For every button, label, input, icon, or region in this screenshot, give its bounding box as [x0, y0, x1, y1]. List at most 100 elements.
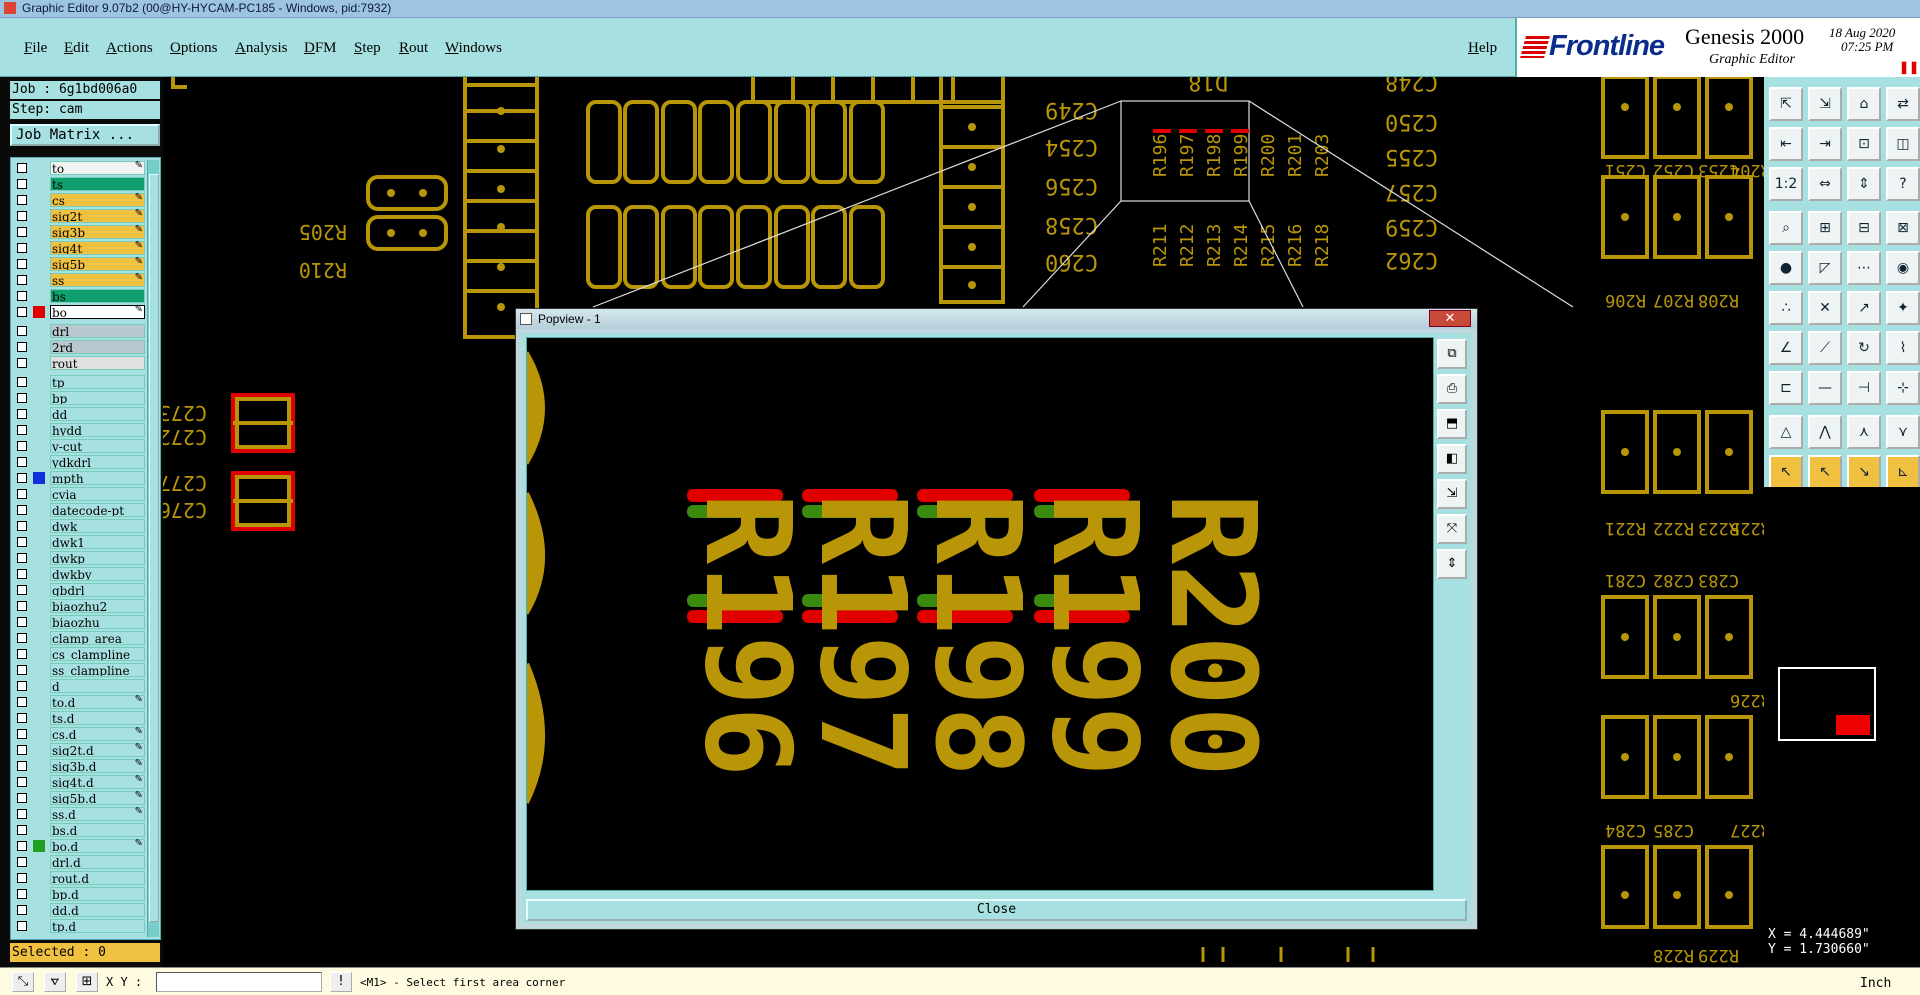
layer-row[interactable]: cvia [13, 486, 145, 502]
tool-button[interactable]: ⊞ [1808, 211, 1842, 245]
layer-swatch[interactable] [33, 178, 45, 190]
popview-tool-button[interactable]: ⬒ [1437, 409, 1467, 439]
layer-swatch[interactable] [33, 808, 45, 820]
layer-swatch[interactable] [33, 648, 45, 660]
tool-button[interactable]: ⌕ [1769, 211, 1803, 245]
layer-row[interactable]: drl [13, 323, 145, 339]
tool-button[interactable]: ↗ [1847, 291, 1881, 325]
layer-checkbox[interactable] [17, 307, 27, 317]
layer-checkbox[interactable] [17, 521, 27, 531]
layer-swatch[interactable] [33, 600, 45, 612]
layer-row[interactable]: to ✎ [13, 160, 145, 176]
layer-row[interactable]: hydd [13, 422, 145, 438]
layer-swatch[interactable] [33, 728, 45, 740]
layer-row[interactable]: d [13, 678, 145, 694]
layer-swatch[interactable] [33, 424, 45, 436]
tool-button[interactable]: ⇲ [1808, 87, 1842, 121]
layer-swatch[interactable] [33, 616, 45, 628]
layer-name[interactable]: tp [50, 375, 145, 389]
layer-checkbox[interactable] [17, 569, 27, 579]
job-matrix-button[interactable]: Job Matrix ... [10, 124, 160, 146]
layer-checkbox[interactable] [17, 905, 27, 915]
layer-swatch[interactable] [33, 712, 45, 724]
layer-name[interactable]: sig5b.d [50, 791, 145, 805]
zoom-box-icon[interactable]: ⤡ [12, 972, 34, 992]
layer-name[interactable]: dwk1 [50, 535, 145, 549]
tool-button[interactable]: ⋯ [1847, 251, 1881, 285]
layer-swatch[interactable] [33, 440, 45, 452]
layer-swatch[interactable] [33, 664, 45, 676]
layer-swatch[interactable] [33, 552, 45, 564]
layer-name[interactable]: sig4t [50, 241, 145, 255]
tool-button[interactable]: ⊠ [1886, 211, 1920, 245]
tool-button[interactable]: △ [1769, 415, 1803, 449]
menu-rout[interactable]: Rout [399, 40, 428, 57]
layer-swatch[interactable] [33, 568, 45, 580]
layer-name[interactable]: to.d [50, 695, 145, 709]
layer-name[interactable]: bp.d [50, 887, 145, 901]
tool-button[interactable]: ⋀ [1808, 415, 1842, 449]
layer-name[interactable]: cs_clampline [50, 647, 145, 661]
menu-dfm[interactable]: DFM [304, 40, 337, 57]
scrollbar-thumb[interactable] [149, 174, 159, 922]
layer-row[interactable]: mpth [13, 470, 145, 486]
layer-swatch[interactable] [33, 760, 45, 772]
layer-name[interactable]: ss_clampline [50, 663, 145, 677]
layer-swatch[interactable] [33, 472, 45, 484]
layer-row[interactable]: cs.d ✎ [13, 726, 145, 742]
tool-button[interactable]: ✕ [1808, 291, 1842, 325]
layer-row[interactable]: dwk1 [13, 534, 145, 550]
layer-row[interactable]: to.d ✎ [13, 694, 145, 710]
layer-swatch[interactable] [33, 792, 45, 804]
layer-row[interactable]: gbdrl [13, 582, 145, 598]
menu-step[interactable]: Step [354, 40, 381, 57]
layer-swatch[interactable] [33, 520, 45, 532]
layer-row[interactable]: bo.d ✎ [13, 838, 145, 854]
layer-row[interactable]: ss_clampline [13, 662, 145, 678]
layer-name[interactable]: biaozhu [50, 615, 145, 629]
layer-name[interactable]: bs.d [50, 823, 145, 837]
tool-button[interactable]: ⇱ [1769, 87, 1803, 121]
layer-swatch[interactable] [33, 536, 45, 548]
layer-swatch[interactable] [33, 392, 45, 404]
layer-checkbox[interactable] [17, 601, 27, 611]
layer-checkbox[interactable] [17, 873, 27, 883]
layer-swatch[interactable] [33, 776, 45, 788]
layer-name[interactable]: dd [50, 407, 145, 421]
tool-button[interactable]: ⊾ [1886, 455, 1920, 489]
tool-button[interactable]: — [1808, 371, 1842, 405]
layer-checkbox[interactable] [17, 326, 27, 336]
layer-swatch[interactable] [33, 904, 45, 916]
layer-row[interactable]: dwk [13, 518, 145, 534]
layer-swatch[interactable] [33, 504, 45, 516]
layer-row[interactable]: sig2t ✎ [13, 208, 145, 224]
tool-button[interactable]: ● [1769, 251, 1803, 285]
popview-tool-button[interactable]: ⇲ [1437, 479, 1467, 509]
layer-row[interactable]: rout.d [13, 870, 145, 886]
layer-swatch[interactable] [33, 680, 45, 692]
layer-checkbox[interactable] [17, 377, 27, 387]
tool-button[interactable]: ↻ [1847, 331, 1881, 365]
angle-icon[interactable]: ⦡ [44, 972, 66, 992]
layer-checkbox[interactable] [17, 889, 27, 899]
tool-button[interactable]: ⋏ [1847, 415, 1881, 449]
tool-button[interactable]: ◫ [1886, 127, 1920, 161]
xy-input[interactable] [156, 972, 322, 992]
layer-name[interactable]: sig3b.d [50, 759, 145, 773]
layer-name[interactable]: mpth [50, 471, 145, 485]
layer-swatch[interactable] [33, 920, 45, 932]
layer-name[interactable]: clamp_area [50, 631, 145, 645]
layer-row[interactable]: bs.d [13, 822, 145, 838]
layer-swatch[interactable] [33, 488, 45, 500]
layer-name[interactable]: hydd [50, 423, 145, 437]
layer-row[interactable]: dd.d [13, 902, 145, 918]
layer-name[interactable]: rout [50, 356, 145, 370]
layer-name[interactable]: ts [50, 177, 145, 191]
layer-checkbox[interactable] [17, 665, 27, 675]
layer-row[interactable]: 2rd [13, 339, 145, 355]
layer-name[interactable]: ydkdrl [50, 455, 145, 469]
tool-button[interactable]: ↖ [1808, 455, 1842, 489]
layer-row[interactable]: ss.d ✎ [13, 806, 145, 822]
tool-button[interactable]: 1:2 [1769, 167, 1803, 201]
layer-row[interactable]: cs ✎ [13, 192, 145, 208]
